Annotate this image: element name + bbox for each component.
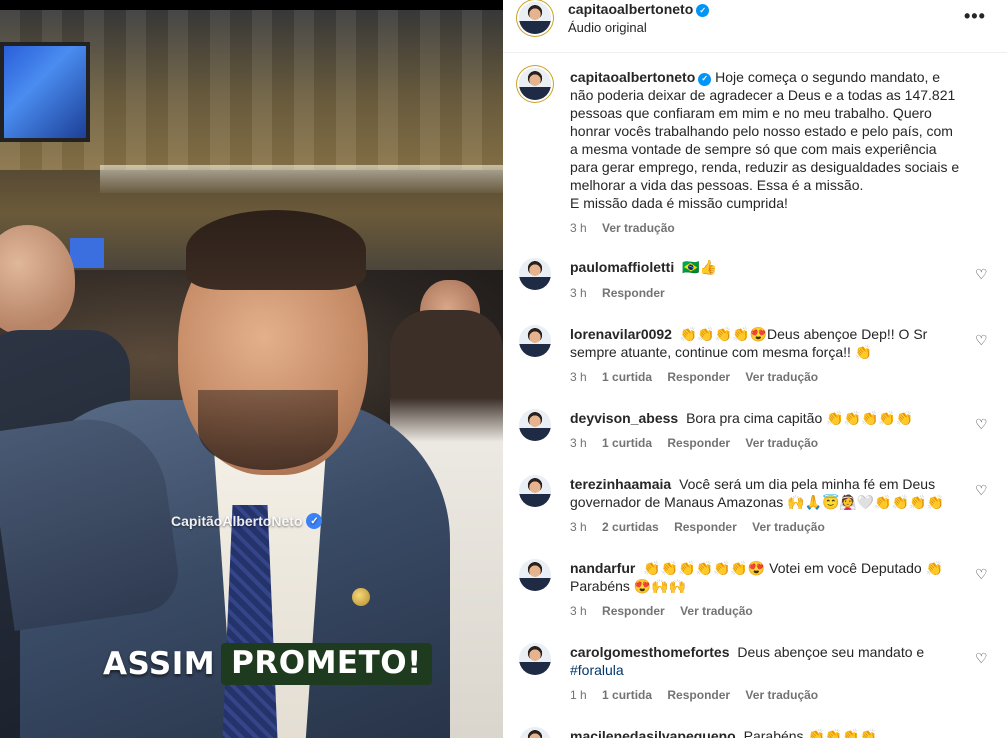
like-heart-icon[interactable]: ♡ <box>975 416 988 433</box>
author-username[interactable]: capitaoalbertoneto ✓ <box>568 1 710 17</box>
likes-count[interactable]: 1 curtida <box>602 688 652 702</box>
comment-body: macilenedasilvapequeno Parabéns 👏👏👏👏 <box>570 727 950 738</box>
reply-link[interactable]: Responder <box>602 604 665 618</box>
foreground-man-head <box>0 225 75 335</box>
commenter-avatar[interactable] <box>519 559 551 591</box>
commenter-avatar[interactable] <box>519 475 551 507</box>
more-options-icon[interactable]: ••• <box>964 6 986 27</box>
like-heart-icon[interactable]: ♡ <box>975 266 988 283</box>
reply-link[interactable]: Responder <box>667 436 730 450</box>
hashtag-link[interactable]: #foralula <box>570 662 624 678</box>
reply-link[interactable]: Responder <box>602 286 665 300</box>
likes-count[interactable]: 1 curtida <box>602 436 652 450</box>
caption-text: capitaoalbertoneto ✓ Hoje começa o segund… <box>570 68 980 212</box>
commenter-avatar[interactable] <box>519 643 551 675</box>
chamber-display-screen <box>0 42 90 142</box>
comment-meta: 1 h 1 curtida Responder Ver tradução <box>570 688 818 702</box>
like-heart-icon[interactable]: ♡ <box>975 650 988 667</box>
author-username-text[interactable]: capitaoalbertoneto <box>568 1 693 17</box>
commenter-avatar[interactable] <box>519 409 551 441</box>
watermark-text: CapitãoAlbertoNeto <box>171 513 303 529</box>
lapel-pin <box>352 588 370 606</box>
comment-text: Bora pra cima capitão 👏👏👏👏👏 <box>686 410 914 426</box>
comment-body: paulomaffioletti 🇧🇷👍 <box>570 258 950 276</box>
caption-avatar[interactable] <box>519 68 551 100</box>
speaker-hair <box>186 210 366 290</box>
commenter-username[interactable]: nandarfur <box>570 560 635 576</box>
commenter-avatar[interactable] <box>519 258 551 290</box>
author-avatar[interactable] <box>519 2 551 34</box>
speaker-beard <box>198 390 338 470</box>
verified-icon: ✓ <box>306 513 323 529</box>
comment-text: Deus abençoe seu mandato e <box>737 644 925 660</box>
like-heart-icon[interactable]: ♡ <box>975 332 988 349</box>
comment-meta: 3 h 1 curtida Responder Ver tradução <box>570 370 818 384</box>
comment-time: 3 h <box>570 436 587 450</box>
caption-meta: 3 h Ver tradução <box>570 221 675 235</box>
commenter-avatar[interactable] <box>519 727 551 738</box>
comment-time: 3 h <box>570 520 587 534</box>
caption-line-3: pessoas que confiaram em mim e no meu tr… <box>570 105 932 121</box>
caption-line-2: não poderia deixar de agradecer a Deus e… <box>570 87 956 103</box>
reel-video[interactable]: CapitãoAlbertoNeto ✓ ASSIM PROMETO! <box>0 10 503 738</box>
translate-link[interactable]: Ver tradução <box>745 370 818 384</box>
translate-link[interactable]: Ver tradução <box>745 436 818 450</box>
likes-count[interactable]: 1 curtida <box>602 370 652 384</box>
translate-link[interactable]: Ver tradução <box>752 520 825 534</box>
translate-link[interactable]: Ver tradução <box>745 688 818 702</box>
caption-word-2: PROMETO! <box>221 643 432 685</box>
commenter-avatar[interactable] <box>519 325 551 357</box>
caption-time: 3 h <box>570 221 587 235</box>
reply-link[interactable]: Responder <box>667 370 730 384</box>
caption-word-1: ASSIM <box>103 646 216 682</box>
post-panel: capitaoalbertoneto ✓ Áudio original ••• c… <box>503 0 1007 738</box>
commenter-username[interactable]: macilenedasilvapequeno <box>570 728 736 738</box>
likes-count[interactable]: 2 curtidas <box>602 520 659 534</box>
caption-line-7: melhorar a vida das pessoas. Essa é a mi… <box>570 177 864 193</box>
comment-time: 3 h <box>570 370 587 384</box>
comment-time: 1 h <box>570 688 587 702</box>
comment-body: terezinhaamaia Você será um dia pela min… <box>570 475 950 511</box>
commenter-username[interactable]: lorenavilar0092 <box>570 326 672 342</box>
like-heart-icon[interactable]: ♡ <box>975 566 988 583</box>
reply-link[interactable]: Responder <box>674 520 737 534</box>
post-header: capitaoalbertoneto ✓ Áudio original ••• <box>503 0 1007 53</box>
comment-text: Parabéns 👏👏👏👏 <box>743 728 878 738</box>
verified-icon: ✓ <box>698 72 712 86</box>
caption-line-5: a mesma vontade de sempre só que com mai… <box>570 141 937 157</box>
like-heart-icon[interactable]: ♡ <box>975 482 988 499</box>
comment-meta: 3 h 2 curtidas Responder Ver tradução <box>570 520 825 534</box>
commenter-username[interactable]: deyvison_abess <box>570 410 678 426</box>
comment-body: carolgomesthomefortes Deus abençoe seu m… <box>570 643 950 679</box>
comment-meta: 3 h Responder <box>570 286 665 300</box>
caption-username[interactable]: capitaoalbertoneto <box>570 69 695 85</box>
video-caption: ASSIM PROMETO! <box>103 640 432 688</box>
video-watermark: CapitãoAlbertoNeto ✓ <box>171 513 323 529</box>
chamber-lights <box>100 165 503 193</box>
comment-time: 3 h <box>570 286 587 300</box>
comment-text: 🇧🇷👍 <box>682 259 717 275</box>
translate-link[interactable]: Ver tradução <box>680 604 753 618</box>
small-screen <box>70 238 104 268</box>
comment-meta: 3 h Responder Ver tradução <box>570 604 753 618</box>
comment-body: nandarfur 👏👏👏👏👏👏😍 Votei em você Deputado… <box>570 559 950 595</box>
commenter-username[interactable]: carolgomesthomefortes <box>570 644 729 660</box>
reply-link[interactable]: Responder <box>667 688 730 702</box>
audio-link[interactable]: Áudio original <box>568 20 647 35</box>
comment-meta: 3 h 1 curtida Responder Ver tradução <box>570 436 818 450</box>
caption-line-4: honrar vocês trabalhando pelo nosso esta… <box>570 123 953 139</box>
comment-body: lorenavilar0092 👏👏👏👏😍Deus abençoe Dep!! … <box>570 325 950 361</box>
verified-icon: ✓ <box>696 4 710 17</box>
comment-body: deyvison_abess Bora pra cima capitão 👏👏👏… <box>570 409 950 427</box>
caption-translate-link[interactable]: Ver tradução <box>602 221 675 235</box>
comment-time: 3 h <box>570 604 587 618</box>
caption-line-8: E missão dada é missão cumprida! <box>570 195 788 211</box>
caption-line-1: Hoje começa o segundo mandato, e <box>715 69 941 85</box>
commenter-username[interactable]: terezinhaamaia <box>570 476 671 492</box>
caption-line-6: para gerar emprego, renda, reduzir as de… <box>570 159 960 175</box>
commenter-username[interactable]: paulomaffioletti <box>570 259 674 275</box>
